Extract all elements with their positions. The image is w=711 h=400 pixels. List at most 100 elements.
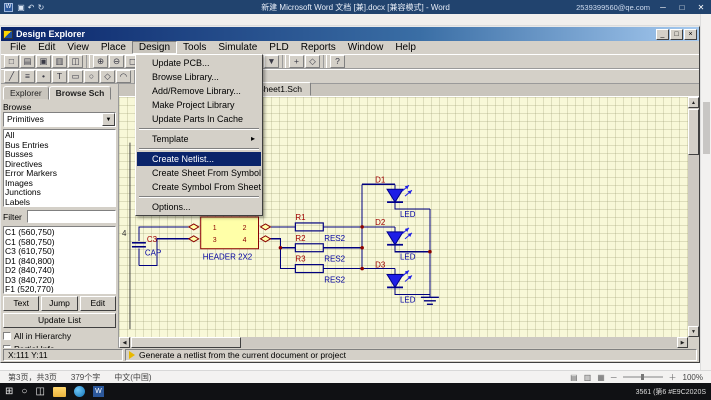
ellipse-tool-icon[interactable]: ○ (84, 70, 99, 83)
language-indicator[interactable]: 中文(中国) (114, 372, 151, 383)
word-close-button[interactable]: ✕ (695, 3, 707, 12)
jump-button[interactable]: Jump (41, 296, 77, 311)
word-maximize-button[interactable]: □ (676, 3, 688, 12)
tray-text[interactable]: 3561 (第6 #E9C2020S (636, 387, 706, 397)
zoom-out-control[interactable]: ─ (611, 373, 617, 382)
word-scrollbar-thumb[interactable] (703, 102, 710, 154)
menu-item-template[interactable]: Template▸ (137, 132, 261, 146)
primitive-items-list[interactable]: C1 (560,750)C1 (580,750)C3 (610,750)D1 (… (3, 226, 116, 294)
zoom-in-icon[interactable]: ⊕ (93, 55, 108, 68)
menu-item-create-sheet-from-symbol[interactable]: Create Sheet From Symbol (137, 166, 261, 180)
browser-icon[interactable] (74, 386, 85, 397)
menu-item-options[interactable]: Options... (137, 200, 261, 214)
tab-browse-sch[interactable]: Browse Sch (49, 86, 112, 100)
menu-design[interactable]: Design (132, 41, 177, 54)
category-list-item[interactable]: Labels (5, 198, 114, 208)
open-document-icon[interactable]: ▤ (20, 55, 35, 68)
word-account[interactable]: 2539399560@qe.com (576, 3, 650, 12)
menu-help[interactable]: Help (389, 41, 422, 54)
menu-item-update-pcb[interactable]: Update PCB... (137, 56, 261, 70)
de-maximize-button[interactable]: □ (670, 29, 683, 40)
text-button[interactable]: Text (3, 296, 39, 311)
vscroll-thumb[interactable] (688, 109, 699, 155)
word-vertical-scrollbar[interactable] (700, 14, 711, 370)
scroll-up-button[interactable]: ▲ (688, 97, 699, 108)
new-document-icon[interactable]: □ (4, 55, 19, 68)
word-minimize-button[interactable]: ─ (657, 3, 669, 12)
page-info[interactable]: 第3页，共3页 (8, 372, 57, 383)
primitive-list-item[interactable]: F1 (520,770) (5, 285, 114, 294)
primitive-category-list[interactable]: AllBus EntriesBussesDirectivesError Mark… (3, 129, 116, 207)
polygon-tool-icon[interactable]: ◇ (100, 70, 115, 83)
word-taskbar-icon[interactable]: W (93, 386, 104, 397)
primitives-dropdown[interactable]: Primitives ▼ (3, 112, 116, 127)
menu-view[interactable]: View (61, 41, 95, 54)
jp2-pin3-number: 3 (213, 237, 217, 244)
word-redo-icon[interactable]: ↻ (36, 3, 46, 12)
all-in-hierarchy-checkbox[interactable] (3, 332, 11, 340)
menu-pld[interactable]: PLD (263, 41, 294, 54)
de-minimize-button[interactable]: _ (656, 29, 669, 40)
scroll-left-button[interactable]: ◀ (119, 337, 130, 348)
start-button[interactable]: ⊞ (5, 384, 13, 400)
task-view-icon[interactable]: ◫ (35, 384, 44, 400)
menu-place[interactable]: Place (95, 41, 132, 54)
read-mode-icon[interactable]: ▤ (570, 373, 578, 382)
help-icon[interactable]: ? (330, 55, 345, 68)
component-d3[interactable]: D3 LED (375, 261, 416, 305)
menu-item-make-project-library[interactable]: Make Project Library (137, 98, 261, 112)
menu-item-browse-library[interactable]: Browse Library... (137, 70, 261, 84)
menu-edit[interactable]: Edit (32, 41, 61, 54)
update-list-button[interactable]: Update List (3, 313, 116, 328)
menu-window[interactable]: Window (342, 41, 390, 54)
filter-input[interactable] (27, 210, 116, 223)
print-icon[interactable]: ▥ (52, 55, 67, 68)
select-icon[interactable]: + (289, 55, 304, 68)
bus-tool-icon[interactable]: ≡ (20, 70, 35, 83)
submenu-arrow-icon: ▸ (251, 132, 255, 146)
save-icon[interactable]: ▣ (36, 55, 51, 68)
text-tool-icon[interactable]: T (52, 70, 67, 83)
de-close-button[interactable]: × (684, 29, 697, 40)
move-icon[interactable]: ◇ (305, 55, 320, 68)
search-icon[interactable]: ○ (21, 384, 27, 400)
word-count[interactable]: 379个字 (71, 372, 100, 383)
menu-file[interactable]: File (4, 41, 32, 54)
scroll-right-button[interactable]: ▶ (677, 337, 688, 348)
web-layout-icon[interactable]: ▦ (597, 373, 605, 382)
menu-item-update-parts-in-cache[interactable]: Update Parts In Cache (137, 112, 261, 126)
print-preview-icon[interactable]: ◫ (68, 55, 83, 68)
zoom-slider-thumb[interactable] (641, 374, 644, 380)
junction-tool-icon[interactable]: • (36, 70, 51, 83)
word-undo-icon[interactable]: ↶ (26, 3, 36, 12)
menu-item-add-remove-library[interactable]: Add/Remove Library... (137, 84, 261, 98)
zoom-percentage[interactable]: 100% (683, 373, 703, 382)
canvas-horizontal-scrollbar[interactable]: ◀ ▶ (119, 337, 688, 348)
menu-item-create-symbol-from-sheet[interactable]: Create Symbol From Sheet (137, 180, 261, 194)
canvas-vertical-scrollbar[interactable]: ▲ ▼ (688, 97, 699, 337)
print-layout-icon[interactable]: ▥ (584, 373, 592, 382)
wire-tool-icon[interactable]: ╱ (4, 70, 19, 83)
menu-tools[interactable]: Tools (177, 41, 212, 54)
de-titlebar[interactable]: Design Explorer _ □ × (1, 27, 699, 41)
edit-button[interactable]: Edit (80, 296, 116, 311)
zoom-in-control[interactable]: ＋ (669, 372, 677, 383)
component-d2[interactable]: D2 LED (375, 218, 416, 262)
menu-simulate[interactable]: Simulate (212, 41, 263, 54)
scroll-down-button[interactable]: ▼ (688, 326, 699, 337)
tab-explorer[interactable]: Explorer (3, 86, 49, 100)
hscroll-thumb[interactable] (131, 337, 241, 348)
zoom-out-icon[interactable]: ⊖ (109, 55, 124, 68)
arc-tool-icon[interactable]: ◠ (116, 70, 131, 83)
zoom-slider[interactable] (623, 376, 663, 378)
word-save-icon[interactable]: ▣ (16, 3, 26, 12)
browse-down-icon[interactable]: ▼ (264, 55, 279, 68)
menu-reports[interactable]: Reports (295, 41, 342, 54)
word-logo-icon: W (4, 3, 13, 12)
rectangle-tool-icon[interactable]: ▭ (68, 70, 83, 83)
dropdown-arrow-icon[interactable]: ▼ (102, 113, 115, 126)
component-d1[interactable]: D1 LED (375, 175, 416, 219)
ground-symbol[interactable] (421, 297, 439, 304)
menu-item-create-netlist[interactable]: Create Netlist... (137, 152, 261, 166)
file-explorer-icon[interactable] (53, 387, 66, 397)
